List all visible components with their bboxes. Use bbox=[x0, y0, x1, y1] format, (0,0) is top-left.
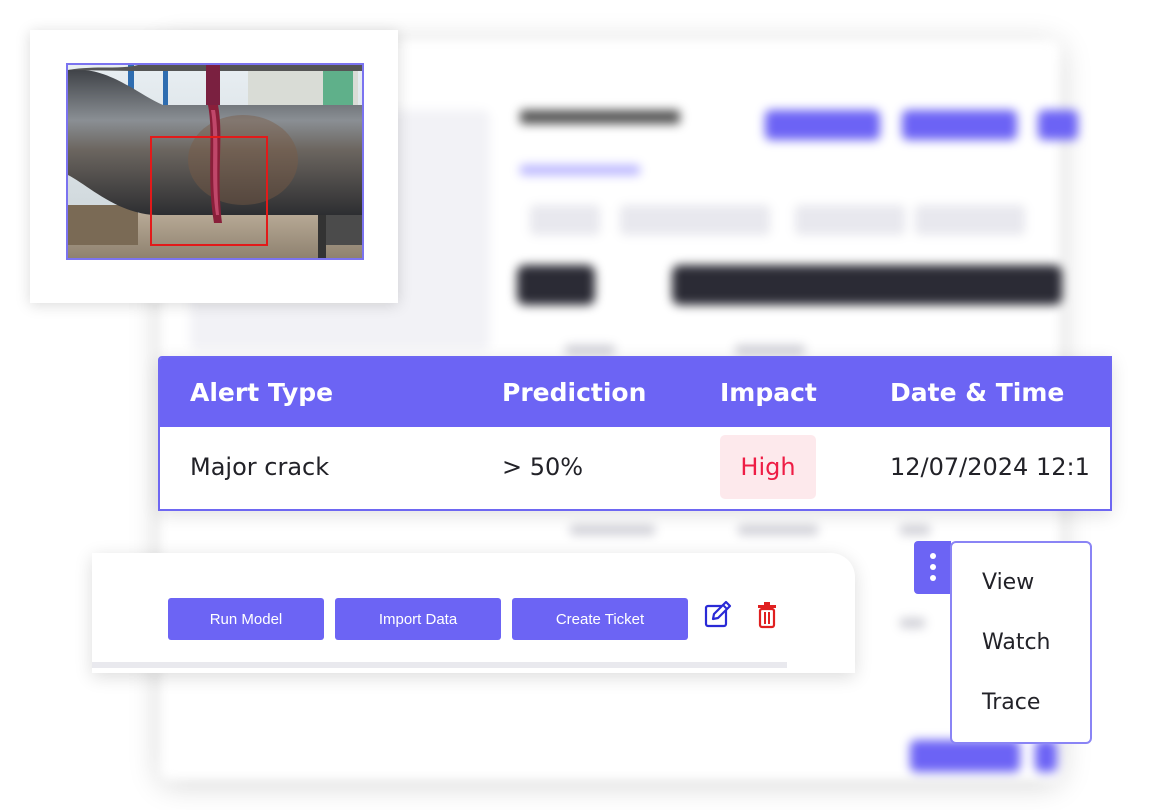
background-row bbox=[738, 525, 818, 535]
edit-icon[interactable] bbox=[703, 600, 733, 630]
create-ticket-button[interactable]: Create Ticket bbox=[512, 598, 688, 640]
run-model-button[interactable]: Run Model bbox=[168, 598, 324, 640]
background-button bbox=[902, 110, 1017, 140]
background-footer-button bbox=[1035, 740, 1057, 772]
background-field bbox=[530, 205, 600, 235]
prediction-cell: > 50% bbox=[502, 453, 584, 481]
alert-table-header: Alert Type Prediction Impact Date & Time bbox=[160, 358, 1110, 427]
date-time-cell: 12/07/2024 12:1 bbox=[890, 453, 1090, 481]
column-header-alert-type[interactable]: Alert Type bbox=[190, 378, 333, 407]
background-footer-button bbox=[910, 740, 1020, 772]
background-row bbox=[735, 345, 805, 355]
background-row bbox=[900, 525, 930, 535]
context-menu: View Watch Trace bbox=[950, 541, 1092, 744]
inspection-image-card bbox=[30, 30, 398, 303]
impact-badge: High bbox=[720, 435, 816, 499]
background-title bbox=[520, 110, 680, 124]
menu-item-trace[interactable]: Trace bbox=[982, 690, 1040, 715]
alert-table: Alert Type Prediction Impact Date & Time… bbox=[158, 356, 1112, 511]
action-toolbar: Run Model Import Data Create Ticket bbox=[92, 553, 855, 673]
menu-item-view[interactable]: View bbox=[982, 570, 1034, 595]
trash-icon[interactable] bbox=[754, 600, 784, 630]
import-data-button[interactable]: Import Data bbox=[335, 598, 501, 640]
column-header-date-time[interactable]: Date & Time bbox=[890, 378, 1064, 407]
background-button bbox=[765, 110, 880, 140]
background-field bbox=[620, 205, 770, 235]
alert-type-cell: Major crack bbox=[190, 453, 330, 481]
column-header-impact[interactable]: Impact bbox=[720, 378, 817, 407]
kebab-menu-icon[interactable] bbox=[914, 541, 951, 594]
background-dark-button bbox=[517, 265, 595, 305]
background-field bbox=[795, 205, 905, 235]
background-row bbox=[565, 345, 615, 355]
detection-bounding-box bbox=[150, 136, 268, 246]
menu-item-watch[interactable]: Watch bbox=[982, 630, 1051, 655]
background-row bbox=[570, 525, 655, 535]
background-field bbox=[915, 205, 1025, 235]
background-button bbox=[1038, 110, 1078, 140]
table-row[interactable]: Major crack > 50% High 12/07/2024 12:1 bbox=[160, 427, 1110, 509]
background-row bbox=[900, 618, 925, 628]
column-header-prediction[interactable]: Prediction bbox=[502, 378, 646, 407]
background-link bbox=[520, 165, 640, 175]
impact-label: High bbox=[740, 453, 796, 481]
background-dark-bar bbox=[672, 265, 1062, 305]
pipe-crack-photo bbox=[66, 63, 364, 260]
